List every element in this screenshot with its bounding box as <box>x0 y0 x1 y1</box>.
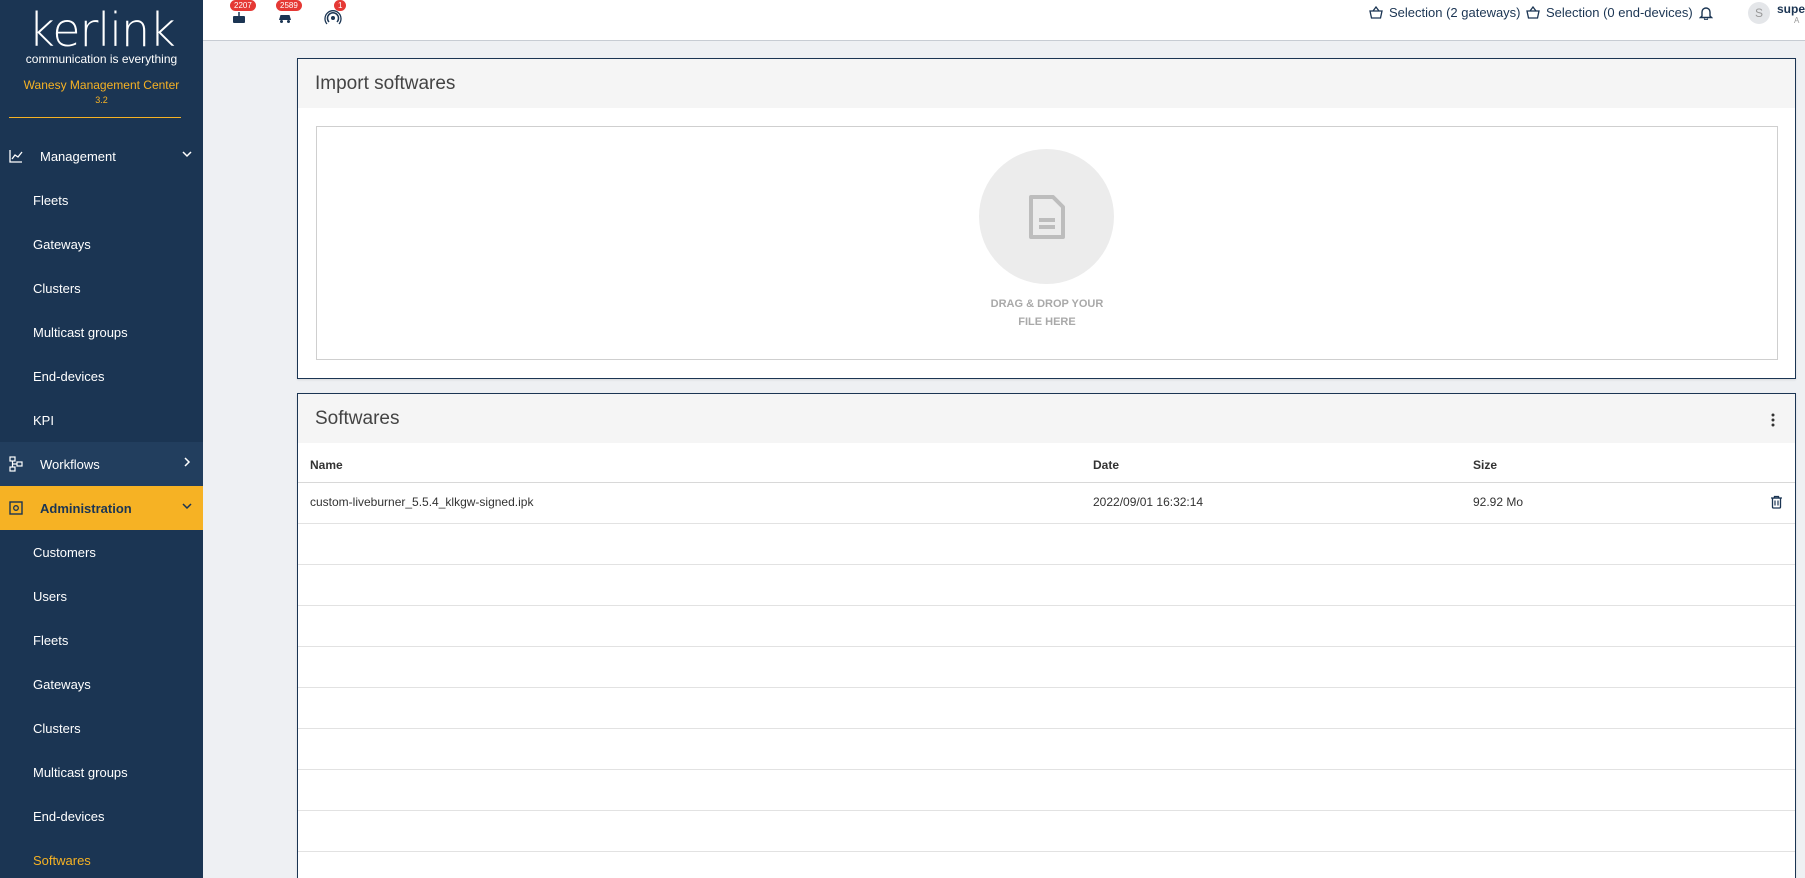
chart-icon <box>8 148 24 164</box>
cell-size: 92.92 Mo <box>1473 495 1524 509</box>
panel-title: Import softwares <box>298 59 1795 108</box>
column-header-size[interactable]: Size <box>1473 458 1497 472</box>
sidebar-item-admin-clusters[interactable]: Clusters <box>0 706 203 750</box>
nav-section-label: Management <box>40 148 116 164</box>
alarms-badge: 1 <box>334 0 347 11</box>
basket-icon <box>1526 6 1540 19</box>
sidebar-item-users[interactable]: Users <box>0 574 203 618</box>
softwares-table: Name Date Size custom-liveburner_5.5.4_k… <box>298 446 1795 852</box>
table-row-empty <box>298 770 1795 811</box>
logo-divider <box>9 117 181 118</box>
table-row-empty <box>298 729 1795 770</box>
gateways-badge: 2207 <box>230 0 256 11</box>
table-row-empty <box>298 688 1795 729</box>
table-row-empty <box>298 524 1795 565</box>
nav-section-workflows[interactable]: Workflows <box>0 442 203 486</box>
column-header-date[interactable]: Date <box>1093 458 1119 472</box>
user-avatar[interactable]: S <box>1748 2 1770 24</box>
app-version: 3.2 <box>95 95 108 105</box>
sidebar-item-admin-gateways[interactable]: Gateways <box>0 662 203 706</box>
table-header: Name Date Size <box>298 446 1795 483</box>
nav-section-label: Administration <box>40 500 132 516</box>
sidebar-item-admin-fleets[interactable]: Fleets <box>0 618 203 662</box>
user-role: A <box>1794 16 1800 25</box>
sidebar-item-clusters[interactable]: Clusters <box>0 266 203 310</box>
selection-end-devices-label: Selection (0 end-devices) <box>1546 5 1693 20</box>
chevron-down-icon <box>181 148 193 163</box>
alarms-counter[interactable]: 1 <box>324 0 347 28</box>
table-row[interactable]: custom-liveburner_5.5.4_klkgw-signed.ipk… <box>298 483 1795 524</box>
gateways-counter[interactable]: 2207 <box>230 0 256 28</box>
user-name[interactable]: super <box>1777 2 1805 16</box>
sidebar-item-gateways[interactable]: Gateways <box>0 222 203 266</box>
sidebar-nav: Management Fleets Gateways Clusters Mult… <box>0 134 203 878</box>
nav-section-label: Workflows <box>40 456 100 472</box>
sidebar-item-customers[interactable]: Customers <box>0 530 203 574</box>
file-dropzone[interactable]: DRAG & DROP YOUR FILE HERE <box>316 126 1778 360</box>
workflow-icon <box>8 456 24 472</box>
notifications-bell[interactable] <box>1698 5 1714 25</box>
file-icon <box>1028 194 1065 239</box>
softwares-panel: Softwares Name Date Size custom-liveburn… <box>297 393 1796 878</box>
selection-gateways-link[interactable]: Selection (2 gateways) <box>1369 5 1521 20</box>
panel-title-bar: Softwares <box>298 394 1795 443</box>
admin-icon <box>8 500 24 516</box>
sidebar-item-fleets[interactable]: Fleets <box>0 178 203 222</box>
more-options-icon[interactable] <box>1771 411 1775 433</box>
panel-title: Softwares <box>315 407 400 429</box>
dropzone-line-2: FILE HERE <box>1018 316 1076 328</box>
import-softwares-panel: Import softwares DRAG & DROP YOUR FILE H… <box>297 58 1796 379</box>
app-name: Wanesy Management Center <box>23 78 180 92</box>
topbar: 2207 2589 1 Selection (2 gateways) Selec… <box>203 0 1805 41</box>
sidebar-item-end-devices[interactable]: End-devices <box>0 354 203 398</box>
chevron-right-icon <box>181 456 193 471</box>
cell-name: custom-liveburner_5.5.4_klkgw-signed.ipk <box>310 495 534 509</box>
sidebar-item-multicast-groups[interactable]: Multicast groups <box>0 310 203 354</box>
table-row-empty <box>298 647 1795 688</box>
column-header-name[interactable]: Name <box>310 458 343 472</box>
brand-logo[interactable]: kerlink communication is everything Wane… <box>0 0 203 126</box>
basket-icon <box>1369 6 1383 19</box>
sidebar: kerlink communication is everything Wane… <box>0 0 203 878</box>
table-row-empty <box>298 565 1795 606</box>
logo-tagline: communication is everything <box>25 52 178 66</box>
bell-icon <box>1698 7 1714 21</box>
end-devices-counter[interactable]: 2589 <box>276 0 302 28</box>
sidebar-item-kpi[interactable]: KPI <box>0 398 203 442</box>
selection-end-devices-link[interactable]: Selection (0 end-devices) <box>1526 5 1693 20</box>
dropzone-text: DRAG & DROP YOUR FILE HERE <box>917 295 1177 331</box>
logo-wordmark: kerlink <box>28 3 176 57</box>
cell-date: 2022/09/01 16:32:14 <box>1093 495 1204 509</box>
end-devices-badge: 2589 <box>276 0 302 11</box>
sidebar-item-admin-end-devices[interactable]: End-devices <box>0 794 203 838</box>
table-row-empty <box>298 811 1795 852</box>
file-icon-circle <box>979 149 1114 284</box>
selection-gateways-label: Selection (2 gateways) <box>1389 5 1521 20</box>
sidebar-item-softwares[interactable]: Softwares <box>0 838 203 878</box>
delete-icon[interactable] <box>1770 495 1783 512</box>
sidebar-item-admin-multicast-groups[interactable]: Multicast groups <box>0 750 203 794</box>
table-row-empty <box>298 606 1795 647</box>
chevron-down-icon <box>181 500 193 515</box>
nav-section-administration[interactable]: Administration <box>0 486 203 530</box>
nav-section-management[interactable]: Management <box>0 134 203 178</box>
dropzone-line-1: DRAG & DROP YOUR <box>990 298 1104 310</box>
